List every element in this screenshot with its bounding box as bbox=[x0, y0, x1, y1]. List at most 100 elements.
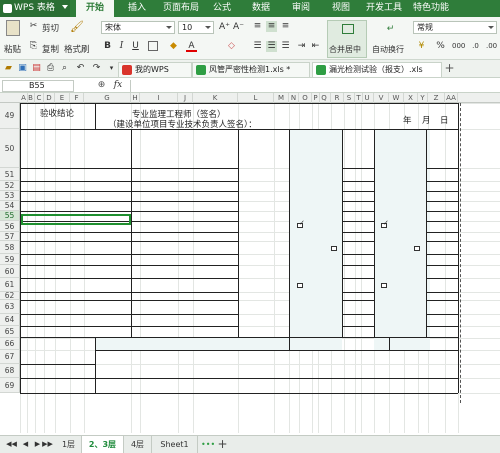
font-grow-button[interactable]: A⁺ bbox=[219, 22, 230, 33]
align-top-icon[interactable]: ≡ bbox=[252, 21, 263, 32]
paste-icon[interactable] bbox=[6, 20, 20, 36]
row-header-68[interactable]: 68 bbox=[0, 364, 20, 378]
column-header-d[interactable]: D bbox=[44, 93, 55, 103]
copy-button[interactable]: 复制 bbox=[42, 43, 59, 55]
row-header-62[interactable]: 62 bbox=[0, 292, 20, 300]
sheet-tab-2-3[interactable]: 2、3层 bbox=[82, 436, 124, 453]
add-sheet-icon[interactable]: + bbox=[217, 438, 228, 450]
increase-decimal-icon[interactable]: .0 bbox=[470, 41, 481, 52]
customize-icon[interactable]: ▾ bbox=[106, 63, 117, 74]
cut-button[interactable]: 剪切 bbox=[42, 22, 59, 34]
copy-icon[interactable]: ⎘ bbox=[28, 41, 39, 52]
column-header-s[interactable]: S bbox=[344, 93, 355, 103]
row-header-52[interactable]: 52 bbox=[0, 181, 20, 191]
column-header-e[interactable]: E bbox=[55, 93, 70, 103]
underline-button[interactable]: U bbox=[130, 41, 141, 52]
row-header-59[interactable]: 59 bbox=[0, 254, 20, 265]
column-header-g[interactable]: G bbox=[84, 93, 131, 103]
row-header-69[interactable]: 69 bbox=[0, 378, 20, 393]
column-header-n[interactable]: N bbox=[289, 93, 299, 103]
fill-color-icon[interactable]: ◆ bbox=[168, 41, 179, 52]
column-header-f[interactable]: F bbox=[70, 93, 84, 103]
menu-data[interactable]: 数据 bbox=[252, 0, 270, 17]
menu-review[interactable]: 审阅 bbox=[292, 0, 310, 17]
doc-tab-light-leak-test[interactable]: 漏光检测试验（报支）.xls bbox=[312, 62, 442, 77]
name-box[interactable]: B55 bbox=[2, 80, 74, 92]
format-painter-button[interactable]: 格式刷 bbox=[64, 43, 90, 55]
row-header-66[interactable]: 66 bbox=[0, 338, 20, 350]
column-header-l[interactable]: L bbox=[238, 93, 274, 103]
spreadsheet-grid[interactable]: A B C D E F G H I J K L M N O P Q R S T U V W X Y Z AA 49 50 51 52 53 5… bbox=[0, 93, 500, 433]
row-header-63[interactable]: 63 bbox=[0, 300, 20, 314]
font-color-icon[interactable]: A bbox=[186, 41, 197, 52]
menu-insert[interactable]: 插入 bbox=[128, 0, 146, 17]
first-sheet-icon[interactable]: ◀◀ bbox=[6, 439, 17, 450]
zoom-icon[interactable]: ⊕ bbox=[96, 80, 107, 91]
percent-button[interactable]: % bbox=[435, 41, 446, 52]
wrap-text-button[interactable]: ↵ 自动换行 bbox=[370, 20, 410, 58]
save-icon[interactable]: ▣ bbox=[17, 63, 28, 74]
selected-cell[interactable] bbox=[21, 214, 131, 225]
doc-tab-duct-test[interactable]: 风管严密性检测1.xls * bbox=[192, 62, 310, 77]
format-painter-icon[interactable]: 🖌 bbox=[70, 21, 84, 35]
indent-icon[interactable]: ⇥ bbox=[296, 41, 307, 52]
decrease-decimal-icon[interactable]: .00 bbox=[486, 41, 497, 52]
column-header-i[interactable]: I bbox=[140, 93, 178, 103]
column-header-h[interactable]: H bbox=[131, 93, 140, 103]
pdf-icon[interactable]: ▤ bbox=[31, 63, 42, 74]
font-size-select[interactable]: 10 bbox=[178, 21, 214, 34]
row-header-65[interactable]: 65 bbox=[0, 326, 20, 338]
column-header-z[interactable]: Z bbox=[428, 93, 445, 103]
bold-button[interactable]: B bbox=[102, 41, 113, 52]
column-header-u[interactable]: U bbox=[361, 93, 374, 103]
checkbox-checked[interactable]: ✓ bbox=[381, 219, 389, 228]
sheet-tab-sheet1[interactable]: Sheet1 bbox=[152, 436, 198, 453]
row-header-50[interactable]: 50 bbox=[0, 129, 20, 168]
number-format-select[interactable]: 常规 bbox=[413, 21, 497, 34]
row-header-49[interactable]: 49 bbox=[0, 103, 20, 129]
menu-home[interactable]: 开始 bbox=[76, 0, 115, 17]
row-header-56[interactable]: 56 bbox=[0, 221, 20, 232]
column-header-aa[interactable]: AA bbox=[445, 93, 458, 103]
align-left-icon[interactable]: ☰ bbox=[252, 41, 263, 52]
align-right-icon[interactable]: ☰ bbox=[280, 41, 291, 52]
column-header-c[interactable]: C bbox=[35, 93, 44, 103]
print-icon[interactable]: ⎙ bbox=[45, 63, 56, 74]
checkbox[interactable] bbox=[331, 246, 337, 251]
column-header-x[interactable]: X bbox=[404, 93, 418, 103]
column-header-o[interactable]: O bbox=[299, 93, 312, 103]
row-header-51[interactable]: 51 bbox=[0, 168, 20, 181]
row-header-64[interactable]: 64 bbox=[0, 314, 20, 326]
column-header-k[interactable]: K bbox=[193, 93, 238, 103]
align-bottom-icon[interactable]: ≡ bbox=[280, 21, 291, 32]
undo-icon[interactable]: ↶ bbox=[75, 63, 86, 74]
checkbox[interactable] bbox=[297, 283, 303, 288]
menu-page-layout[interactable]: 页面布局 bbox=[163, 0, 199, 17]
folder-icon[interactable]: ▰ bbox=[3, 63, 14, 74]
column-header-r[interactable]: R bbox=[331, 93, 344, 103]
currency-icon[interactable]: ¥ bbox=[416, 41, 427, 52]
row-header-54[interactable]: 54 bbox=[0, 201, 20, 211]
more-sheets-icon[interactable]: ••• bbox=[201, 439, 215, 450]
doc-tab-my-wps[interactable]: 我的WPS bbox=[118, 62, 192, 77]
font-name-select[interactable]: 宋体 bbox=[101, 21, 175, 34]
function-button[interactable]: fx bbox=[112, 80, 124, 91]
column-header-w[interactable]: W bbox=[389, 93, 404, 103]
prev-sheet-icon[interactable]: ◀ bbox=[20, 439, 31, 450]
menu-features[interactable]: 特色功能 bbox=[413, 0, 449, 17]
menu-view[interactable]: 视图 bbox=[332, 0, 350, 17]
merge-center-button[interactable]: 合并居中 bbox=[327, 20, 367, 58]
column-header-m[interactable]: M bbox=[274, 93, 289, 103]
row-header-60[interactable]: 60 bbox=[0, 265, 20, 278]
preview-icon[interactable]: ⌕ bbox=[59, 63, 70, 74]
formula-input[interactable] bbox=[130, 80, 496, 92]
column-header-y[interactable]: Y bbox=[418, 93, 428, 103]
align-middle-icon[interactable]: ≡ bbox=[266, 21, 277, 32]
checkbox-checked[interactable]: ✓ bbox=[297, 219, 305, 228]
column-header-q[interactable]: Q bbox=[318, 93, 331, 103]
sheet-tab-1[interactable]: 1层 bbox=[56, 436, 82, 453]
menu-developer[interactable]: 开发工具 bbox=[366, 0, 402, 17]
app-menu-button[interactable]: WPS 表格 bbox=[0, 0, 70, 17]
row-header-55[interactable]: 55 bbox=[0, 211, 20, 221]
menu-formula[interactable]: 公式 bbox=[213, 0, 231, 17]
